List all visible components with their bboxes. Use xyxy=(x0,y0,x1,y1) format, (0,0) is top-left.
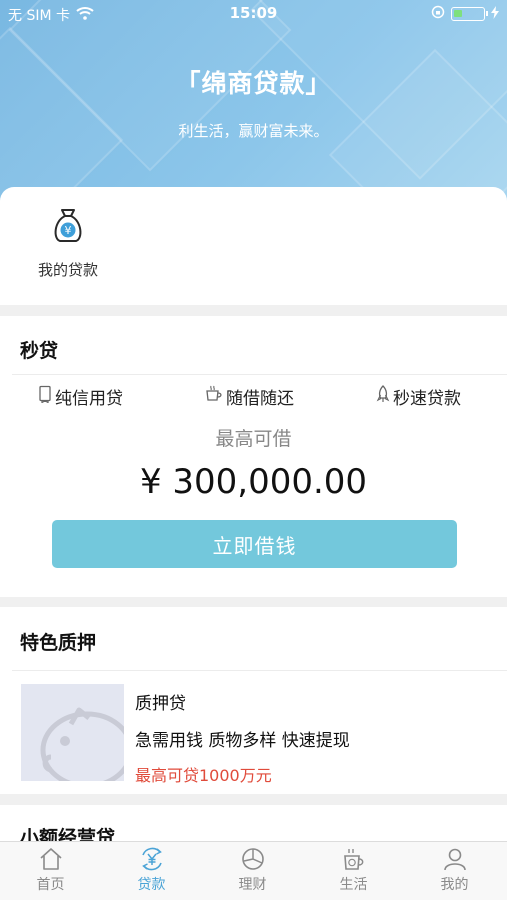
tab-life[interactable]: 生活 xyxy=(303,846,404,894)
pledge-product-limit: 最高可贷1000万元 xyxy=(135,766,272,785)
tab-loans[interactable]: 贷款 xyxy=(101,846,202,894)
piggy-bank-icon xyxy=(21,684,124,781)
tab-label: 我的 xyxy=(440,877,469,893)
hero-subtitle: 利生活，赢财富未来。 xyxy=(178,122,329,140)
credit-card-icon xyxy=(38,385,55,408)
divider xyxy=(12,374,507,375)
money-bag-icon: ¥ xyxy=(26,205,110,245)
feature-list: 纯信用贷 随借随还 秒速贷款 xyxy=(0,384,507,410)
feature-label: 秒速贷款 xyxy=(393,389,461,409)
feature-label: 随借随还 xyxy=(226,389,294,409)
charging-bolt-icon xyxy=(491,5,499,23)
flash-loan-title: 秒贷 xyxy=(20,340,59,362)
tab-label: 首页 xyxy=(36,877,65,893)
tab-label: 贷款 xyxy=(137,877,166,893)
max-borrow-label: 最高可借 xyxy=(215,428,292,450)
svg-text:¥: ¥ xyxy=(65,224,72,237)
my-loans-card: ¥ 我的贷款 xyxy=(0,187,507,305)
pledge-title: 特色质押 xyxy=(20,632,97,654)
borrow-now-button[interactable]: 立即借钱 xyxy=(52,520,457,568)
tab-label: 生活 xyxy=(339,877,368,893)
battery-icon xyxy=(451,7,488,21)
feature-fast: 秒速贷款 xyxy=(376,384,461,409)
max-borrow-amount: ¥ 300,000.00 xyxy=(139,462,368,502)
tab-bar: 首页 贷款 理财 生活 我的 xyxy=(0,841,507,900)
flash-loan-card: 秒贷 纯信用贷 随借随还 秒速贷款 最高可借 ¥ 300,000.00 立即借钱 xyxy=(0,316,507,597)
feature-credit: 纯信用贷 xyxy=(38,384,123,409)
home-icon xyxy=(0,846,101,872)
my-loans-button[interactable]: ¥ 我的贷款 xyxy=(26,205,110,280)
yen-cycle-icon xyxy=(101,846,202,872)
tab-label: 理财 xyxy=(238,877,267,893)
rotation-lock-icon xyxy=(431,5,445,23)
cup-icon xyxy=(205,385,226,408)
user-icon xyxy=(404,846,505,872)
divider xyxy=(12,670,507,671)
pie-chart-icon xyxy=(202,846,303,872)
tab-home[interactable]: 首页 xyxy=(0,846,101,894)
rocket-icon xyxy=(376,385,393,408)
tab-profile[interactable]: 我的 xyxy=(404,846,505,894)
feature-flexible: 随借随还 xyxy=(205,384,294,409)
pledge-product-desc: 急需用钱 质物多样 快速提现 xyxy=(135,731,350,751)
hero-banner: 无 SIM 卡 15:09 「绵商贷款」 利生活，赢财富未来。 xyxy=(0,0,507,215)
hero-title: 「绵商贷款」 xyxy=(175,69,332,98)
pledge-product-name: 质押贷 xyxy=(135,694,186,714)
coffee-coin-icon xyxy=(303,846,404,872)
pledge-card: 特色质押 质押贷 急需用钱 质物多样 快速提现 最高可贷1000万元 xyxy=(0,607,507,794)
status-bar: 无 SIM 卡 15:09 xyxy=(0,0,507,28)
battery-level xyxy=(454,10,462,17)
feature-label: 纯信用贷 xyxy=(55,389,123,409)
tab-wealth[interactable]: 理财 xyxy=(202,846,303,894)
my-loans-label: 我的贷款 xyxy=(37,261,98,279)
